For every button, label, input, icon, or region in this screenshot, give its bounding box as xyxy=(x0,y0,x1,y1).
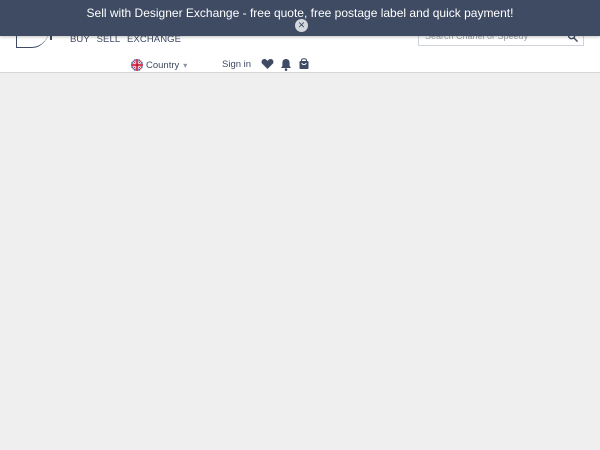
close-icon[interactable]: ✕ xyxy=(295,19,308,32)
sign-in-link[interactable]: Sign in xyxy=(222,59,251,70)
main-content xyxy=(0,73,600,450)
uk-flag-icon xyxy=(131,59,143,71)
country-label: Country xyxy=(146,59,180,71)
page: BUY SELL EXCHANGE Search Chanel or Speed… xyxy=(0,0,600,450)
bell-icon[interactable] xyxy=(280,58,292,71)
heart-icon[interactable] xyxy=(261,58,274,70)
user-actions: Sign in xyxy=(222,57,310,71)
banner-message: Sell with Designer Exchange - free quote… xyxy=(86,6,514,20)
country-selector[interactable]: Country ▾ xyxy=(131,58,187,72)
promo-banner: Sell with Designer Exchange - free quote… xyxy=(0,0,600,36)
chevron-down-icon: ▾ xyxy=(183,60,188,70)
bag-icon[interactable] xyxy=(298,58,310,70)
